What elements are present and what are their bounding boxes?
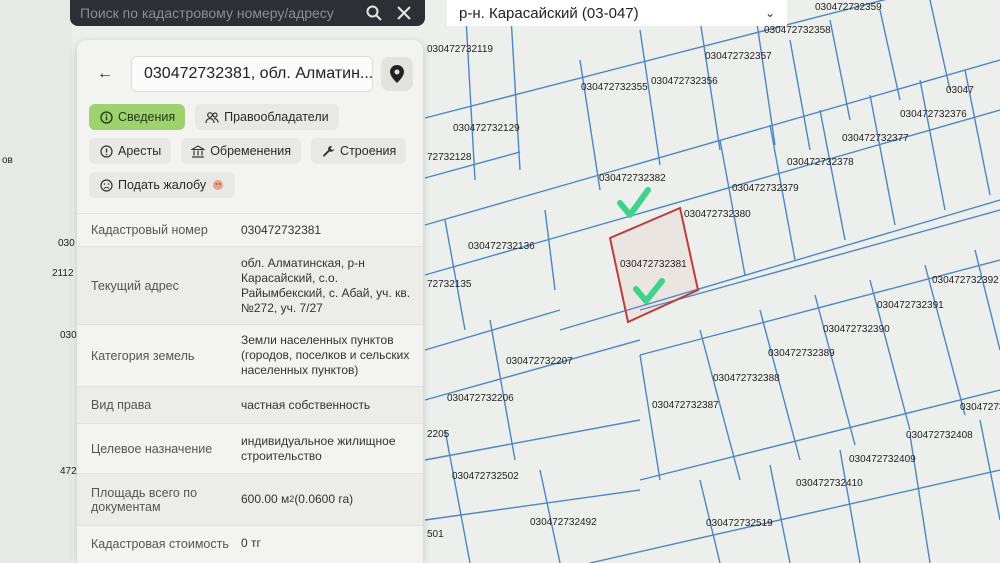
map-fragment-label: ов — [2, 155, 13, 166]
chevron-down-icon[interactable]: ⌄ — [765, 6, 775, 20]
info-row-purpose: Целевое назначение индивидуальное жилищн… — [77, 423, 423, 473]
map-fragment-label: 030 — [58, 238, 75, 249]
left-map-strip: ов 030 2112 030 4727 — [0, 0, 82, 563]
search-input[interactable]: Поиск по кадастровому номеру/адресу — [80, 5, 355, 21]
tab-label: Аресты — [118, 144, 162, 158]
parcel-label[interactable]: 030472732357 — [705, 51, 772, 62]
parcel-info-panel: ← 030472732381, обл. Алматин... Сведения… — [77, 40, 423, 563]
info-row-area: Площадь всего по документам 600.00 м2 (0… — [77, 473, 423, 525]
search-icon[interactable] — [363, 2, 385, 24]
parcel-label[interactable]: 501 — [427, 529, 444, 540]
parcel-label[interactable]: 72732128 — [427, 152, 472, 163]
parcel-label[interactable]: 030472732408 — [906, 430, 973, 441]
map-fragment-label: 2112 — [52, 268, 74, 279]
arrow-left-icon: ← — [97, 65, 113, 82]
info-row-land-category: Категория земель Земли населенных пункто… — [77, 324, 423, 386]
info-key: Кадастровая стоимость — [91, 536, 229, 551]
info-row-cadastral-number: Кадастровый номер 030472732381 — [77, 213, 423, 246]
tab-info[interactable]: Сведения — [89, 104, 186, 130]
parcel-label[interactable]: 030472732377 — [842, 133, 909, 144]
info-key: Вид права — [91, 398, 152, 412]
parcel-label[interactable]: 030472732129 — [453, 123, 520, 134]
info-value: Земли населенных пунктов (городов, посел… — [241, 333, 410, 377]
parcel-label[interactable]: 030472732206 — [447, 393, 514, 404]
info-key: Категория земель — [91, 348, 195, 363]
info-key: Площадь всего по документам — [91, 485, 198, 514]
info-row-right-type: Вид права частная собственность — [77, 386, 423, 423]
parcel-label[interactable]: 030472732359 — [815, 2, 882, 13]
panel-tabs: Сведения Правообладатели Аресты Обремене… — [77, 96, 423, 198]
area-value: 600.00 м — [241, 492, 290, 506]
info-value: 600.00 м2 (0.0600 га) — [241, 474, 417, 525]
alert-icon — [99, 144, 113, 158]
area-hectares: (0.0600 га) — [294, 492, 354, 506]
info-key: Текущий адрес — [91, 278, 179, 293]
sad-face-icon — [99, 178, 113, 192]
tab-label: Правообладатели — [224, 110, 329, 124]
parcel-label[interactable]: 2205 — [427, 429, 450, 440]
locate-button[interactable] — [381, 57, 413, 91]
panel-header: ← 030472732381, обл. Алматин... — [77, 40, 423, 96]
parcel-labels: 030472732119 030472732129 72732128 03047273… — [427, 2, 1000, 540]
tab-label: Строения — [340, 144, 397, 158]
info-icon — [99, 110, 113, 124]
info-row-address: Текущий адрес обл. Алматинская, р-н Кара… — [77, 246, 423, 324]
parcel-label[interactable]: 030472732410 — [796, 478, 863, 489]
tab-label: Сведения — [118, 110, 176, 124]
parcel-label[interactable]: 030472732388 — [713, 373, 780, 384]
parcel-label[interactable]: 030472732389 — [768, 348, 835, 359]
info-row-cadastral-value: Кадастровая стоимость 0 тг — [77, 525, 423, 561]
map-pin-icon — [390, 65, 404, 83]
search-bar[interactable]: Поиск по кадастровому номеру/адресу — [70, 0, 425, 26]
parcel-info-table: Кадастровый номер 030472732381 Текущий а… — [77, 213, 423, 561]
parcel-label[interactable]: 030472732119 — [427, 44, 493, 55]
info-value: индивидуальное жилищное строительство — [241, 433, 396, 463]
parcel-label[interactable]: 030472732376 — [900, 109, 967, 120]
tab-encumbrances[interactable]: Обременения — [181, 138, 302, 164]
parcel-label[interactable]: 030472732207 — [506, 356, 573, 367]
info-value: 030472732381 — [241, 222, 322, 237]
tab-owners[interactable]: Правообладатели — [195, 104, 339, 130]
parcel-label[interactable]: 030472732380 — [684, 209, 751, 220]
parcel-label[interactable]: 030472732356 — [651, 76, 718, 87]
parcel-label[interactable]: 030472732390 — [823, 324, 890, 335]
parcel-label[interactable]: 030472732392 — [932, 275, 999, 286]
parcel-label[interactable]: 03047273 — [960, 402, 1000, 413]
parcel-label[interactable]: 030472732378 — [787, 157, 854, 168]
parcel-label[interactable]: 030472732379 — [732, 183, 799, 194]
users-icon — [205, 110, 219, 124]
parcel-label[interactable]: 030472732381 — [620, 259, 687, 270]
bank-icon — [191, 144, 206, 158]
parcel-label[interactable]: 030472732409 — [849, 454, 916, 465]
parcel-label[interactable]: 030472732136 — [468, 241, 535, 252]
info-key: Кадастровый номер — [91, 223, 208, 237]
parcel-label[interactable]: 030472732387 — [652, 400, 719, 411]
tab-complaint[interactable]: Подать жалобу — [89, 172, 236, 198]
tab-arrests[interactable]: Аресты — [89, 138, 172, 164]
parcel-label[interactable]: 030472732492 — [530, 517, 597, 528]
info-value: обл. Алматинская, р-н Карасайский, с.о. … — [241, 255, 411, 315]
parcel-label[interactable]: 03047 — [946, 85, 974, 96]
parcel-label[interactable]: 72732135 — [427, 279, 472, 290]
panel-title: 030472732381, обл. Алматин... — [131, 56, 373, 92]
parcel-label[interactable]: 030472732355 — [581, 82, 648, 93]
info-value: 0 тг — [241, 536, 261, 550]
close-icon[interactable] — [393, 2, 415, 24]
map-fragment-label: 030 — [60, 330, 77, 341]
parcel-label[interactable]: 030472732502 — [452, 471, 519, 482]
info-key: Целевое назначение — [91, 441, 213, 456]
parcel-label[interactable]: 030472732391 — [877, 300, 944, 311]
tab-label: Подать жалобу — [118, 178, 207, 192]
tab-label: Обременения — [210, 144, 292, 158]
region-label: р-н. Карасайский (03-047) — [459, 4, 639, 22]
wrench-icon — [321, 144, 335, 158]
tab-buildings[interactable]: Строения — [311, 138, 407, 164]
parcel-label[interactable]: 030472732382 — [599, 173, 666, 184]
back-button[interactable]: ← — [87, 57, 123, 91]
emoji-icon — [211, 178, 225, 192]
parcel-label[interactable]: 030472732519 — [706, 518, 773, 529]
parcel-label[interactable]: 030472732358 — [764, 25, 831, 36]
region-selector[interactable]: р-н. Карасайский (03-047) ⌄ — [447, 0, 787, 26]
info-value: частная собственность — [241, 397, 371, 412]
